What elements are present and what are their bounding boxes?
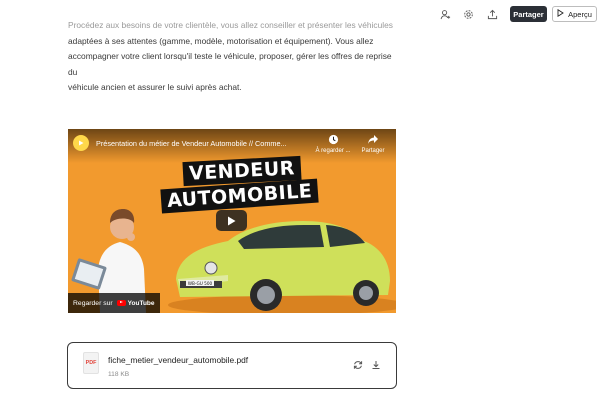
youtube-video-embed[interactable]: WB-GU 500 VENDEUR AUTOMOBILE Présentatio…	[68, 129, 396, 313]
share-button[interactable]: Partager	[510, 6, 547, 22]
youtube-logo: YouTube	[116, 299, 155, 307]
video-share-button[interactable]: Partager	[353, 134, 393, 154]
download-icon	[372, 361, 380, 369]
paragraph-line: accompagner votre client lorsqu'il teste…	[68, 51, 392, 77]
channel-avatar-icon[interactable]	[73, 135, 89, 151]
refresh-icon	[353, 361, 363, 369]
platform-label: YouTube	[127, 299, 155, 307]
video-share-label: Partager	[361, 148, 385, 154]
play-icon	[228, 216, 236, 225]
file-type-label: PDF	[85, 360, 97, 366]
pdf-file-icon: PDF	[83, 352, 99, 374]
paragraph-line: véhicule ancien et assurer le suivi aprè…	[68, 82, 242, 93]
upload-icon[interactable]	[485, 7, 499, 21]
watch-on-label: Regarder sur	[73, 299, 113, 307]
watch-on-youtube-button[interactable]: Regarder sur YouTube	[68, 293, 160, 313]
download-file-button[interactable]	[370, 359, 382, 371]
play-outline-icon	[557, 8, 564, 19]
user-icon[interactable]	[438, 7, 452, 21]
license-plate-text: WB-GU 500	[188, 281, 213, 286]
paragraph-line: adaptées à ses attentes (gamme, modèle, …	[68, 35, 374, 46]
preview-button[interactable]: Aperçu	[552, 6, 597, 22]
video-title[interactable]: Présentation du métier de Vendeur Automo…	[96, 139, 316, 148]
file-name[interactable]: fiche_metier_vendeur_automobile.pdf	[108, 355, 248, 365]
gear-icon[interactable]	[461, 7, 475, 21]
job-description-paragraph: Procédez aux besoins de votre clientèle,…	[68, 18, 398, 96]
file-size: 118 KB	[108, 371, 130, 378]
preview-label: Aperçu	[568, 9, 592, 19]
watch-later-button[interactable]: À regarder ...	[313, 134, 353, 154]
video-play-button[interactable]	[216, 210, 247, 231]
replace-file-button[interactable]	[352, 359, 364, 371]
clock-icon	[313, 134, 353, 146]
share-arrow-icon	[353, 134, 393, 146]
youtube-play-icon	[116, 300, 126, 306]
pdf-attachment-card[interactable]: PDF fiche_metier_vendeur_automobile.pdf …	[67, 342, 397, 389]
paragraph-clipped-line: Procédez aux besoins de votre clientèle,…	[68, 20, 393, 30]
watch-later-label: À regarder ...	[315, 148, 351, 154]
